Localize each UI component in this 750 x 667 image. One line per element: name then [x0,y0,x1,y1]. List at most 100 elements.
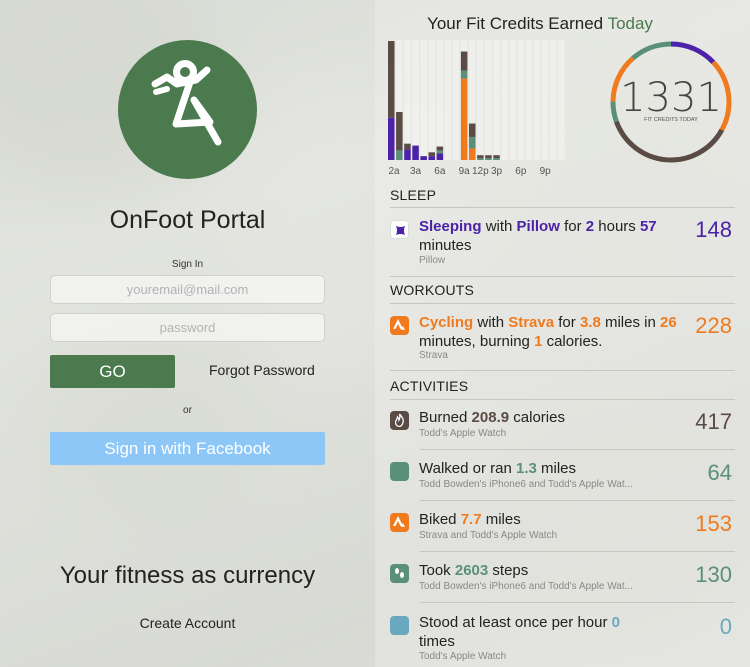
chart-tick-label: 9a [459,166,471,177]
chart-bar-segment [469,148,476,160]
activity-source: Todd's Apple Watch [419,651,507,662]
strava-app-icon [390,513,409,532]
chart-bar-segment [493,158,500,160]
stand-icon [390,616,409,635]
sleep-credits: 148 [695,217,732,242]
activity-stand[interactable]: Stood at least once per hour 0 times Tod… [390,613,735,667]
chart-hour-column [525,40,533,160]
chart-tick-label: 9p [540,166,552,177]
activity-source: Todd Bowden's iPhone6 and Todd's Apple W… [419,479,633,490]
chart-hour-column [541,40,549,160]
chart-bar-segment [493,155,500,159]
chart-bar-segment [436,146,444,151]
sleep-entry[interactable]: Sleeping with Pillow for 2 hours 57 minu… [390,217,735,272]
or-label: or [183,405,192,416]
dashboard-panel: Your Fit Credits Earned Today 12a3a6a9a1… [375,0,750,667]
chart-bar-segment [460,51,468,71]
walk-run-icon [390,462,409,481]
chart-bar-segment [420,156,427,160]
hourly-credits-bar-chart: 12a 3a 6a 9a12p3p 6p 9p [388,40,565,177]
workout-description: Cycling with Strava for 3.8 miles in 26 … [419,314,677,350]
divider [390,303,735,304]
activity-steps[interactable]: Took 2603 steps Todd Bowden's iPhone6 an… [390,561,735,601]
chart-hour-column [485,40,492,160]
ring-segment [631,41,672,61]
chart-bar-segment [412,145,419,160]
section-workouts: WORKOUTS [390,282,475,298]
chart-bar-segment [396,112,403,151]
activity-description: Burned 208.9 calories [419,409,565,426]
runner-logo-icon [118,40,257,179]
chart-bar-segment [388,117,395,160]
divider [390,276,735,277]
activity-source: Todd's Apple Watch [419,428,507,439]
facebook-sign-in-button[interactable]: Sign in with Facebook [50,432,325,465]
activity-description: Biked 7.7 miles [419,511,521,528]
chart-tick-label: 3p [491,166,503,177]
divider [420,500,735,501]
activity-walk-run[interactable]: Walked or ran 1.3 miles Todd Bowden's iP… [390,459,735,499]
chart-hour-column [550,40,557,160]
chart-hour-column [509,40,516,160]
chart-tick-label: 12p [472,166,489,177]
chart-bar-segment [436,150,444,154]
activity-bike[interactable]: Biked 7.7 miles Strava and Todd's Apple … [390,510,735,550]
chart-hour-column [428,40,435,160]
strava-app-icon [390,316,409,335]
login-panel: OnFoot Portal Sign In youremail@mail.com… [0,0,375,667]
chart-bar-segment [428,152,435,157]
chart-bar-segment [388,40,395,118]
tagline: Your fitness as currency [59,562,316,589]
activity-description: Stood at least once per hour 0 times [419,614,620,650]
ring-segment [670,41,716,65]
activity-description: Took 2603 steps [419,562,529,579]
go-button[interactable]: GO [50,355,175,388]
divider [390,370,735,371]
credits-title: Your Fit Credits Earned Today [375,14,705,34]
chart-bar-segment [469,123,476,137]
chart-bar-segment [460,70,468,79]
email-field[interactable]: youremail@mail.com [50,275,325,304]
chart-bar-segment [460,78,468,160]
sign-in-label: Sign In [171,259,204,270]
credits-title-prefix: Your Fit Credits Earned [427,14,604,33]
workout-entry[interactable]: Cycling with Strava for 3.8 miles in 26 … [390,313,735,365]
chart-bar-segment [477,158,484,160]
activity-source: Todd Bowden's iPhone6 and Todd's Apple W… [419,581,633,592]
sleep-source: Pillow [419,255,446,266]
chart-tick-label: 6a [434,166,446,177]
activity-calories[interactable]: Burned 208.9 calories Todd's Apple Watch… [390,408,735,448]
chart-bar-segment [485,158,492,160]
section-sleep: SLEEP [390,187,437,203]
workout-source: Strava [419,350,448,361]
chart-tick-label: 12a [388,166,400,177]
chart-hour-column [444,40,452,160]
credits-total: 1331 [620,75,722,121]
chart-hour-column [533,40,541,160]
credits-title-today: Today [607,14,653,33]
ring-segment [610,101,619,123]
chart-bar-segment [485,155,492,159]
credits-total-caption: FIT CREDITS TODAY [644,117,698,123]
divider [420,449,735,450]
chart-hour-column [420,40,427,160]
activity-credits: 417 [695,409,732,434]
forgot-password-link[interactable]: Forgot Password [209,362,315,378]
chart-bar-segment [396,150,403,160]
divider [390,399,735,400]
workout-credits: 228 [695,313,732,338]
footprints-icon [390,564,409,583]
chart-hour-column [517,40,525,160]
sleep-description: Sleeping with Pillow for 2 hours 57 minu… [419,218,657,254]
credits-total-ring: 1331 FIT CREDITS TODAY [610,41,732,163]
chart-tick-label: 3a [410,166,422,177]
activity-credits: 64 [707,460,732,485]
chart-hour-column [558,40,565,160]
password-field[interactable]: password [50,313,325,342]
chart-bar-segment [404,143,411,150]
divider [420,551,735,552]
activity-credits: 0 [719,614,732,639]
create-account-link[interactable]: Create Account [0,615,375,631]
section-activities: ACTIVITIES [390,378,469,394]
chart-hour-column [452,40,460,160]
